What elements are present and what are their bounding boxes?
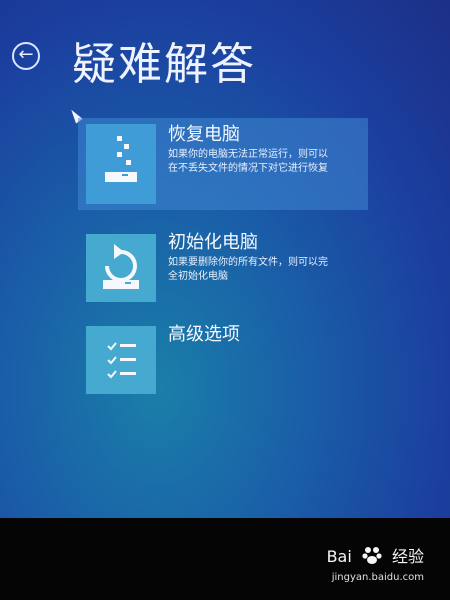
option-tile xyxy=(86,234,156,302)
reset-pc-icon xyxy=(103,244,139,289)
option-description: 如果要删除你的所有文件，则可以完 全初始化电脑 xyxy=(168,257,328,282)
option-refresh-pc[interactable]: 恢复电脑 如果你的电脑无法正常运行，则可以 在不丢失文件的情况下对它进行恢复 xyxy=(78,118,368,210)
advanced-options-icon xyxy=(107,342,136,379)
watermark-brand-suffix: 经验 xyxy=(391,547,424,566)
watermark-url: jingyan.baidu.com xyxy=(331,572,424,583)
troubleshoot-screen: ← 疑难解答 恢复电脑 如果你的电脑无法正常运行，则可以 在不丢失文件的情况下对… xyxy=(0,0,450,518)
option-advanced[interactable]: 高级选项 xyxy=(78,318,368,396)
option-description: 如果你的电脑无法正常运行，则可以 在不丢失文件的情况下对它进行恢复 xyxy=(168,149,328,174)
option-reset-pc[interactable]: 初始化电脑 如果要删除你的所有文件，则可以完 全初始化电脑 xyxy=(78,226,368,304)
baidu-watermark: Bai 经验 xyxy=(327,540,424,567)
option-title: 高级选项 xyxy=(168,324,240,345)
option-title: 初始化电脑 xyxy=(168,232,258,253)
paw-icon xyxy=(361,544,383,566)
watermark-brand: Bai xyxy=(326,547,352,566)
page-title: 疑难解答 xyxy=(72,39,256,90)
refresh-pc-icon xyxy=(105,136,137,182)
option-title: 恢复电脑 xyxy=(168,124,240,145)
option-tile xyxy=(86,326,156,394)
back-arrow-icon: ← xyxy=(18,44,34,65)
option-tile xyxy=(86,124,156,204)
back-button[interactable]: ← xyxy=(12,42,40,70)
